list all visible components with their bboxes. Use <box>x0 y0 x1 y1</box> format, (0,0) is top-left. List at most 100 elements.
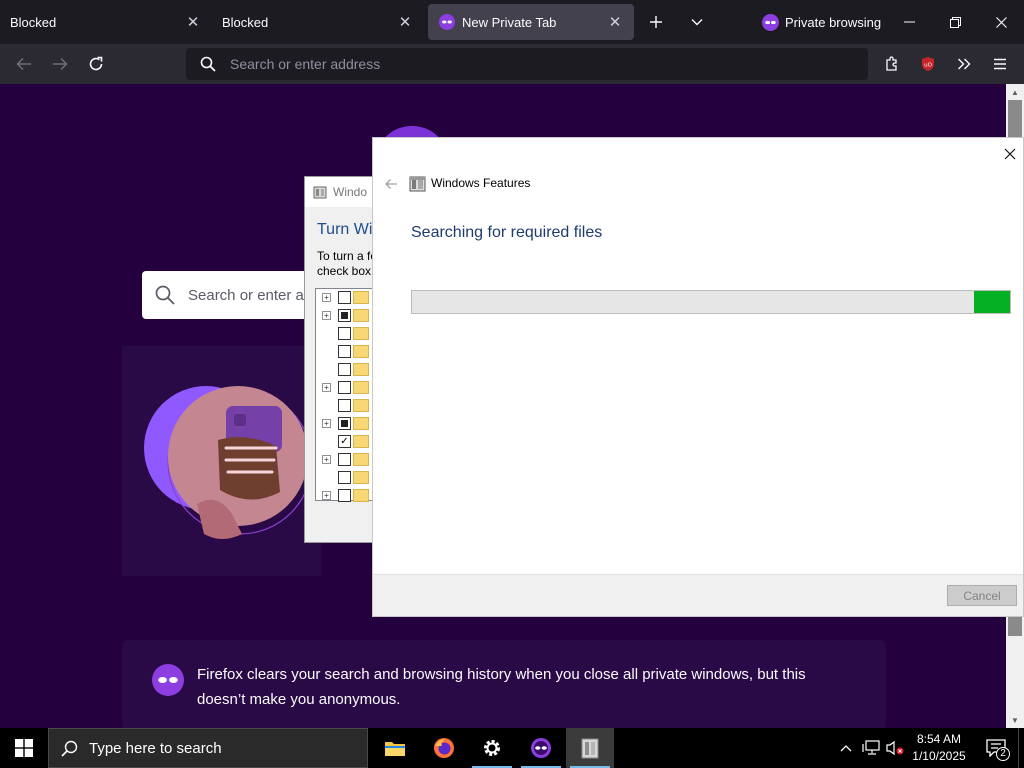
minimize-button[interactable] <box>886 0 932 44</box>
taskbar-firefox-private[interactable] <box>517 728 565 768</box>
tab-blocked-1[interactable]: Blocked ✕ <box>0 4 212 40</box>
windows-taskbar: Type here to search 8:54 AM 1/10/2025 2 <box>0 728 1024 768</box>
feature-checkbox[interactable] <box>338 345 351 358</box>
back-arrow-icon <box>16 57 31 71</box>
search-icon <box>186 56 230 72</box>
back-button[interactable] <box>10 50 38 78</box>
reload-icon <box>89 56 103 71</box>
private-info-banner: Firefox clears your search and browsing … <box>122 640 886 728</box>
list-all-tabs-button[interactable] <box>683 8 711 36</box>
tab-label: Blocked <box>10 14 57 30</box>
page-search-input[interactable]: Search or enter ad <box>142 271 322 319</box>
taskbar-firefox[interactable] <box>420 728 468 768</box>
private-mask-icon <box>762 13 779 31</box>
volume-muted-icon <box>886 740 904 756</box>
folder-icon <box>353 453 369 466</box>
ublock-origin-button[interactable]: uO <box>914 50 942 78</box>
forward-arrow-icon <box>53 57 68 71</box>
folder-icon <box>353 327 369 340</box>
cancel-button[interactable]: Cancel <box>947 585 1017 606</box>
private-browsing-label: Private browsing <box>785 14 882 30</box>
expand-icon[interactable]: + <box>322 293 331 302</box>
taskbar-clock[interactable]: 8:54 AM 1/10/2025 <box>906 731 972 765</box>
feature-checkbox[interactable] <box>338 363 351 376</box>
phone-illustration <box>144 386 313 539</box>
expand-icon[interactable]: + <box>322 491 331 500</box>
close-tab-icon[interactable]: ✕ <box>182 11 204 33</box>
app-menu-button[interactable] <box>986 50 1014 78</box>
address-bar[interactable]: Search or enter address <box>186 48 868 80</box>
feature-checkbox[interactable] <box>338 489 351 502</box>
chevron-down-icon <box>691 19 703 26</box>
feature-checkbox[interactable] <box>338 453 351 466</box>
expand-icon[interactable]: + <box>322 455 331 464</box>
taskbar-search-box[interactable]: Type here to search <box>48 728 368 768</box>
folder-icon <box>353 489 369 502</box>
scroll-up-icon[interactable]: ▲ <box>1006 84 1024 100</box>
feature-checkbox[interactable] <box>338 399 351 412</box>
feature-checkbox[interactable] <box>338 309 351 322</box>
start-button[interactable] <box>0 728 48 768</box>
volume-tray-button[interactable] <box>884 728 906 768</box>
close-icon <box>995 16 1007 28</box>
firefox-private-icon <box>531 738 551 758</box>
tab-new-private[interactable]: New Private Tab ✕ <box>428 4 634 40</box>
feature-checkbox[interactable] <box>338 291 351 304</box>
status-text: Searching for required files <box>411 224 603 241</box>
taskbar-windows-features[interactable] <box>566 728 614 768</box>
close-tab-icon[interactable]: ✕ <box>394 11 416 33</box>
back-arrow-icon <box>385 179 397 189</box>
file-explorer-icon <box>385 742 405 756</box>
features-list-title: Windo <box>333 185 368 199</box>
private-mask-icon <box>438 13 456 31</box>
search-icon <box>142 285 188 305</box>
folder-icon <box>353 345 369 358</box>
clock-date: 1/10/2025 <box>912 749 966 763</box>
expand-icon[interactable]: + <box>322 311 331 320</box>
private-info-text: Firefox clears your search and browsing … <box>197 666 806 708</box>
scroll-down-icon[interactable]: ▼ <box>1006 712 1024 728</box>
folder-icon <box>353 381 369 394</box>
more-tools-button[interactable] <box>950 50 978 78</box>
feature-checkbox[interactable] <box>338 471 351 484</box>
close-dialog-button[interactable] <box>997 142 1023 166</box>
description-line-1: To turn a fe <box>317 249 378 263</box>
network-tray-button[interactable] <box>860 728 882 768</box>
puzzle-icon <box>886 56 897 71</box>
forward-button[interactable] <box>46 50 74 78</box>
expand-icon[interactable]: + <box>322 383 331 392</box>
feature-checkbox[interactable] <box>338 381 351 394</box>
close-window-button[interactable] <box>978 0 1024 44</box>
show-desktop-button[interactable] <box>1018 728 1024 768</box>
action-center-button[interactable]: 2 <box>976 728 1016 768</box>
feature-checkbox[interactable] <box>338 417 351 430</box>
svg-text:uO: uO <box>924 63 932 69</box>
folder-icon <box>353 471 369 484</box>
private-mask-icon <box>152 664 184 701</box>
features-list-heading: Turn Wi <box>317 221 373 238</box>
minimize-icon <box>903 21 915 23</box>
address-placeholder: Search or enter address <box>230 56 381 72</box>
expand-icon[interactable]: + <box>322 419 331 428</box>
new-tab-button[interactable] <box>642 8 670 36</box>
browser-tab-bar: Blocked ✕ Blocked ✕ New Private Tab ✕ Pr… <box>0 0 1024 44</box>
network-icon <box>862 740 880 755</box>
double-chevron-icon <box>958 58 971 70</box>
show-hidden-icons-button[interactable] <box>836 728 856 768</box>
taskbar-settings[interactable] <box>468 728 516 768</box>
restore-button[interactable] <box>932 0 978 44</box>
feature-checkbox[interactable] <box>338 327 351 340</box>
windows-features-icon <box>313 186 327 199</box>
page-search-placeholder: Search or enter ad <box>188 286 313 304</box>
extensions-button[interactable] <box>878 50 906 78</box>
back-button[interactable] <box>381 174 401 194</box>
feature-checkbox[interactable]: ✓ <box>338 435 351 448</box>
tab-blocked-2[interactable]: Blocked ✕ <box>212 4 424 40</box>
close-tab-icon[interactable]: ✕ <box>604 11 626 33</box>
taskbar-file-explorer[interactable] <box>371 728 419 768</box>
private-browsing-indicator: Private browsing <box>762 12 881 32</box>
reload-button[interactable] <box>82 50 110 78</box>
folder-icon <box>353 363 369 376</box>
progress-bar <box>411 290 1011 314</box>
dialog-footer: Cancel <box>373 574 1023 616</box>
